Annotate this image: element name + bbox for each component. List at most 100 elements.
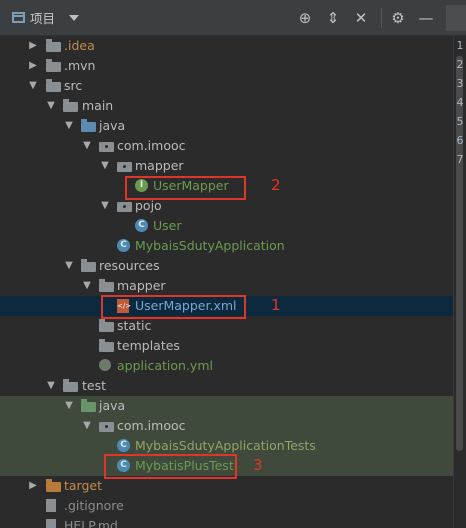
annotation-number: 3 bbox=[253, 456, 263, 474]
spring-class-icon: C bbox=[117, 239, 130, 252]
annotation-box bbox=[104, 454, 237, 479]
tree-row[interactable]: C User bbox=[0, 216, 454, 236]
tree-row[interactable]: HELP.md bbox=[0, 516, 454, 528]
tree-label: target bbox=[64, 478, 103, 493]
collapse-all-icon[interactable]: ⇕ bbox=[321, 6, 345, 30]
folder-icon bbox=[99, 279, 114, 292]
gear-icon[interactable]: ⚙ bbox=[386, 6, 410, 30]
tree-row[interactable]: application.yml bbox=[0, 356, 454, 376]
chevron-down-icon[interactable]: ▼ bbox=[62, 396, 76, 416]
close-icon[interactable]: ✕ bbox=[349, 6, 373, 30]
line-number: 6 bbox=[456, 134, 464, 147]
spring-class-icon: C bbox=[117, 439, 130, 452]
chevron-down-icon[interactable]: ▼ bbox=[80, 276, 94, 296]
tree-label: application.yml bbox=[117, 358, 213, 373]
chevron-down-icon[interactable]: ▼ bbox=[98, 156, 112, 176]
project-toolbar: 项目 ⊕ ⇕ ✕ ⚙ — bbox=[0, 0, 466, 36]
globe-icon[interactable]: ⊕ bbox=[293, 6, 317, 30]
folder-icon bbox=[46, 59, 61, 72]
annotation-box bbox=[125, 176, 246, 200]
chevron-down-icon[interactable]: ▼ bbox=[62, 116, 76, 136]
hide-icon[interactable]: — bbox=[414, 6, 438, 30]
chevron-down-icon[interactable]: ▼ bbox=[44, 96, 58, 116]
tree-label: HELP.md bbox=[64, 518, 118, 528]
tree-label: resources bbox=[99, 258, 160, 273]
tree-label: mapper bbox=[117, 278, 166, 293]
project-view-selector[interactable]: 项目 bbox=[12, 8, 80, 27]
tree-row[interactable]: ▼ java bbox=[0, 116, 454, 136]
chevron-down-icon[interactable]: ▼ bbox=[80, 136, 94, 156]
tree-label: .gitignore bbox=[64, 498, 124, 513]
line-number: 5 bbox=[456, 115, 464, 128]
tree-label: main bbox=[82, 98, 114, 113]
chevron-down-icon[interactable] bbox=[69, 14, 80, 21]
tree-row[interactable]: ▼ java bbox=[0, 396, 454, 416]
folder-icon bbox=[46, 479, 61, 492]
chevron-down-icon[interactable]: ▼ bbox=[26, 76, 40, 96]
tree-row[interactable]: ▶ .idea bbox=[0, 36, 454, 56]
tree-row[interactable]: ▼ com.imooc bbox=[0, 136, 454, 156]
tree-row[interactable]: C MybaisSdutyApplication bbox=[0, 236, 454, 256]
tree-label: MybaisSdutyApplicationTests bbox=[135, 438, 316, 453]
tree-label: mapper bbox=[135, 158, 184, 173]
file-icon bbox=[46, 519, 56, 528]
resources-folder-icon bbox=[81, 259, 96, 272]
tree-label: User bbox=[153, 218, 182, 233]
tree-row[interactable]: ▶ target bbox=[0, 476, 454, 496]
tree-row[interactable]: ▼ com.imooc bbox=[0, 416, 454, 436]
annotation-number: 1 bbox=[271, 296, 281, 314]
chevron-right-icon[interactable]: ▶ bbox=[26, 36, 40, 56]
tree-label: com.imooc bbox=[117, 418, 186, 433]
project-icon bbox=[12, 12, 25, 23]
source-folder-icon bbox=[81, 119, 96, 132]
tree-label: test bbox=[82, 378, 107, 393]
tree-row[interactable]: ▼ src bbox=[0, 76, 454, 96]
tree-label: templates bbox=[117, 338, 180, 353]
folder-icon bbox=[46, 79, 61, 92]
tree-row[interactable]: ▼ test bbox=[0, 376, 454, 396]
tree-label: .mvn bbox=[64, 58, 96, 73]
tree-row[interactable]: ▶ .mvn bbox=[0, 56, 454, 76]
tree-label: java bbox=[99, 118, 126, 133]
toolbar-divider bbox=[381, 8, 382, 28]
folder-icon bbox=[99, 319, 114, 332]
tree-row[interactable]: ▼ resources bbox=[0, 256, 454, 276]
annotation-box bbox=[101, 295, 246, 319]
folder-icon bbox=[99, 339, 114, 352]
package-icon bbox=[117, 162, 132, 172]
chevron-right-icon[interactable]: ▶ bbox=[26, 476, 40, 496]
line-number: 7 bbox=[456, 153, 464, 166]
package-icon bbox=[99, 142, 114, 152]
folder-icon bbox=[63, 99, 78, 112]
chevron-down-icon[interactable]: ▼ bbox=[98, 196, 112, 216]
tree-label: java bbox=[99, 398, 126, 413]
tree-label: com.imooc bbox=[117, 138, 186, 153]
tree-label: .idea bbox=[64, 38, 95, 53]
tree-row[interactable]: ▼ main bbox=[0, 96, 454, 116]
line-number: 2 bbox=[456, 58, 464, 71]
package-icon bbox=[99, 422, 114, 432]
chevron-down-icon[interactable]: ▼ bbox=[44, 376, 58, 396]
editor-tab-stub[interactable] bbox=[446, 5, 466, 31]
tree-row[interactable]: C MybaisSdutyApplicationTests bbox=[0, 436, 454, 456]
chevron-right-icon[interactable]: ▶ bbox=[26, 56, 40, 76]
project-tree: ▶ .idea ▶ .mvn ▼ src ▼ main ▼ java ▼ com… bbox=[0, 36, 454, 528]
tree-label: static bbox=[117, 318, 152, 333]
package-icon bbox=[117, 202, 132, 212]
tree-label: src bbox=[64, 78, 83, 93]
tree-row[interactable]: ▼ mapper bbox=[0, 156, 454, 176]
line-number: 4 bbox=[456, 96, 464, 109]
tree-row[interactable]: .gitignore bbox=[0, 496, 454, 516]
tree-row[interactable]: templates bbox=[0, 336, 454, 356]
tree-row[interactable]: ▼ mapper bbox=[0, 276, 454, 296]
tree-row[interactable]: static bbox=[0, 316, 454, 336]
annotation-number: 2 bbox=[271, 176, 281, 194]
chevron-down-icon[interactable]: ▼ bbox=[80, 416, 94, 436]
folder-icon bbox=[63, 379, 78, 392]
class-icon: C bbox=[135, 219, 148, 232]
project-title: 项目 bbox=[30, 11, 56, 26]
tree-label: MybaisSdutyApplication bbox=[135, 238, 285, 253]
line-number: 3 bbox=[456, 77, 464, 90]
chevron-down-icon[interactable]: ▼ bbox=[62, 256, 76, 276]
editor-line-numbers: 1 2 3 4 5 6 7 bbox=[454, 36, 466, 196]
